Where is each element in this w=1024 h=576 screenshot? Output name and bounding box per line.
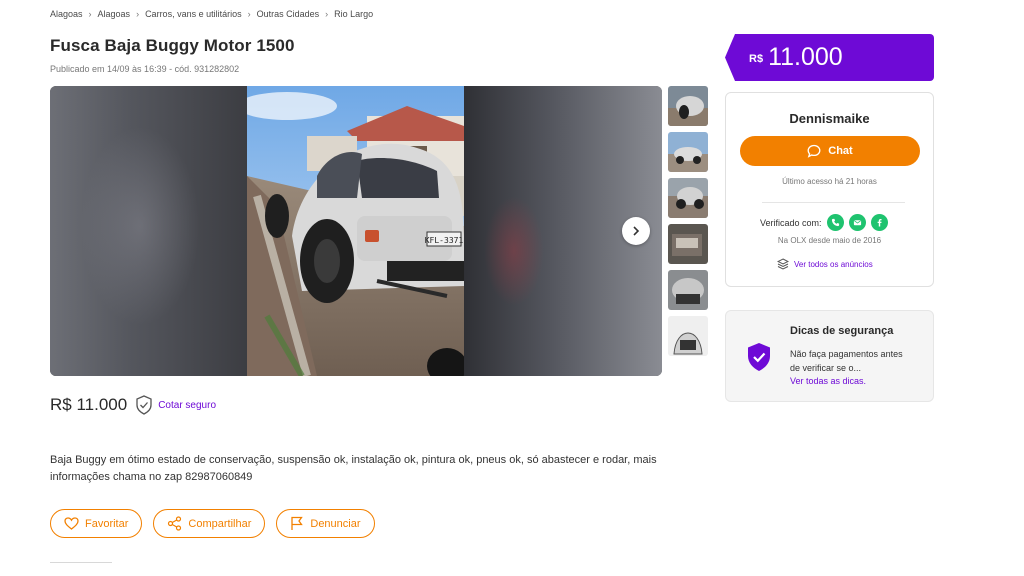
share-button[interactable]: Compartilhar [153, 509, 266, 538]
thumbnail-strip [668, 86, 708, 362]
seller-name[interactable]: Dennismaike [726, 111, 933, 126]
listing-price: R$ 11.000 [50, 395, 128, 414]
price-value: 11.000 [768, 43, 843, 71]
safety-title: Dicas de segurança [790, 325, 894, 337]
price-currency: R$ [749, 52, 764, 65]
chevron-right-icon: › [136, 9, 140, 19]
price-banner: R$ 11.000 [725, 34, 934, 81]
photo-thumbnail[interactable] [668, 178, 708, 218]
published-info: Publicado em 14/09 às 16:39 - cód. 93128… [50, 64, 240, 74]
section-divider [50, 562, 112, 563]
quote-insurance-link[interactable]: Cotar seguro [158, 400, 216, 411]
photo-thumbnail[interactable] [668, 132, 708, 172]
chat-bubble-icon [807, 144, 821, 158]
photo-gallery[interactable]: KFL-3371 [50, 86, 662, 376]
breadcrumb-item-city[interactable]: Rio Largo [334, 9, 373, 19]
breadcrumb-item-subregion[interactable]: Outras Cidades [257, 9, 320, 19]
verified-row: Verificado com: [760, 214, 888, 231]
phone-icon [826, 214, 844, 231]
flag-icon [291, 516, 304, 530]
see-all-ads-link[interactable]: Ver todos os anúncios [777, 258, 873, 270]
car-photo: KFL-3371 [247, 86, 464, 376]
chat-label: Chat [828, 145, 853, 157]
safety-all-tips-link[interactable]: Ver todas as dicas. [790, 376, 866, 386]
listing-description: Baja Buggy em ótimo estado de conservaçã… [50, 454, 657, 483]
blurred-photo-background-left [50, 86, 247, 376]
safety-text: Não faça pagamentos antes de verificar s… [790, 349, 903, 373]
report-button[interactable]: Denunciar [276, 509, 375, 538]
listing-actions: Favoritar Compartilhar Denunciar [50, 509, 375, 538]
breadcrumb-item-state[interactable]: Alagoas [50, 9, 83, 19]
share-icon [168, 516, 182, 531]
photo-thumbnail[interactable] [668, 270, 708, 310]
chevron-right-icon: › [247, 9, 251, 19]
safety-tips-card: Dicas de segurança Não faça pagamentos a… [725, 310, 934, 402]
favorite-label: Favoritar [85, 517, 129, 530]
card-divider [762, 202, 905, 203]
breadcrumb-item-region[interactable]: Alagoas [98, 9, 131, 19]
page-title: Fusca Baja Buggy Motor 1500 [50, 36, 295, 55]
verified-label: Verificado com: [760, 217, 822, 228]
facebook-icon [870, 214, 888, 231]
breadcrumb-item-category[interactable]: Carros, vans e utilitários [145, 9, 242, 19]
price-row: R$ 11.000 Cotar seguro [50, 395, 216, 415]
main-photo[interactable]: KFL-3371 [247, 86, 464, 376]
seller-card: Dennismaike Chat Último acesso há 21 hor… [725, 92, 934, 287]
shield-check-icon [748, 343, 770, 371]
breadcrumb: Alagoas › Alagoas › Carros, vans e utili… [50, 9, 373, 19]
chevron-right-icon: › [325, 9, 329, 19]
photo-thumbnail[interactable] [668, 224, 708, 264]
report-label: Denunciar [310, 517, 361, 530]
license-plate: KFL-3371 [425, 236, 464, 245]
last-access-text: Último acesso há 21 horas [782, 177, 877, 186]
layers-icon [777, 258, 789, 270]
photo-thumbnail[interactable] [668, 316, 708, 356]
next-photo-button[interactable] [622, 217, 650, 245]
member-since: Na OLX desde maio de 2016 [777, 236, 882, 245]
photo-thumbnail[interactable] [668, 86, 708, 126]
share-label: Compartilhar [188, 517, 252, 530]
shield-check-icon [136, 395, 152, 415]
chevron-right-icon: › [88, 9, 92, 19]
heart-icon [64, 517, 79, 530]
favorite-button[interactable]: Favoritar [50, 509, 143, 538]
chat-button[interactable]: Chat [740, 136, 920, 166]
email-icon [848, 214, 866, 231]
see-all-ads-label: Ver todos os anúncios [794, 259, 873, 269]
chevron-right-icon [633, 226, 640, 236]
